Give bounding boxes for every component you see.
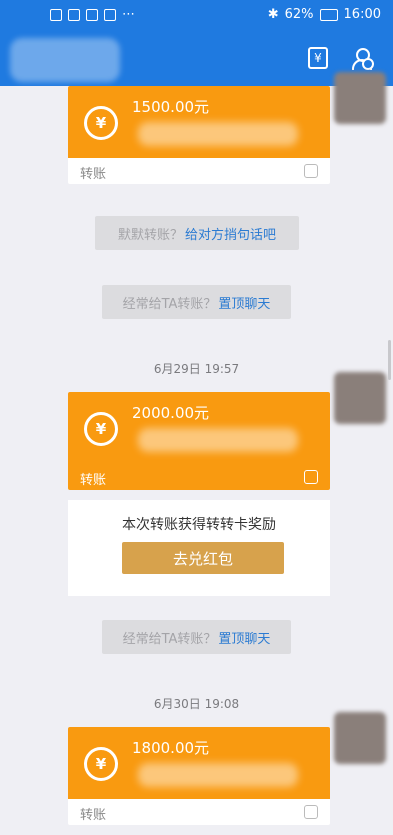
pin-chat-link[interactable]: 置顶聊天 (218, 628, 270, 647)
message-icon (68, 8, 80, 21)
transfer-card-header: ¥ 2000.00元 (68, 392, 330, 464)
app-icon (104, 8, 116, 21)
transfer-amount: 1800.00元 (132, 739, 210, 757)
transfer-card-header: ¥ 1500.00元 (68, 86, 330, 158)
transfer-label: 转账 (80, 473, 107, 488)
tip-bubble: 经常给TA转账？ 置顶聊天 (102, 620, 291, 654)
transfer-card-footer: 转账 (68, 158, 330, 184)
scrollbar[interactable] (388, 340, 391, 380)
avatar[interactable] (334, 72, 386, 124)
contact-settings-button[interactable] (348, 44, 376, 72)
tip-text: 经常给TA转账？ (122, 296, 217, 312)
blurred-note (138, 763, 298, 787)
status-bar: ⋯ ✱ 62% 16:00 (0, 0, 393, 30)
transfer-amount: 1500.00元 (132, 98, 210, 116)
transfer-card[interactable]: ¥ 1800.00元 转账 (68, 727, 330, 825)
yuan-coin-icon: ¥ (84, 106, 118, 140)
battery-percent: 62% (284, 7, 314, 22)
tip-bubble: 默默转账？ 给对方捎句话吧 (95, 216, 299, 250)
pin-chat-link[interactable]: 置顶聊天 (218, 293, 270, 312)
transfer-card[interactable]: ¥ 1500.00元 转账 (68, 86, 330, 184)
status-icons-left: ⋯ (50, 7, 135, 22)
yuan-coin-icon: ¥ (84, 747, 118, 781)
yuan-box-icon: ¥ (308, 47, 328, 69)
notification-icon (50, 8, 62, 21)
alipay-mini-icon (304, 164, 318, 178)
blurred-note (138, 122, 298, 146)
transfer-card-header: ¥ 1800.00元 (68, 727, 330, 799)
alipay-mini-icon (304, 805, 318, 819)
more-icon: ⋯ (122, 7, 135, 22)
transfer-card[interactable]: ¥ 2000.00元 转账 (68, 392, 330, 490)
blurred-contact-name (10, 38, 120, 82)
yuan-coin-icon: ¥ (84, 412, 118, 446)
avatar[interactable] (334, 372, 386, 424)
tip-text: 默默转账？ (117, 227, 183, 243)
transfer-card-footer: 转账 (68, 464, 330, 490)
clock: 16:00 (343, 7, 381, 22)
blurred-note (138, 428, 298, 452)
tip-bubble: 经常给TA转账？ 置顶聊天 (102, 285, 291, 319)
redeem-red-packet-button[interactable]: 去兑红包 (122, 542, 284, 574)
transfer-card-footer: 转账 (68, 799, 330, 825)
battery-icon (319, 8, 338, 21)
tip-link[interactable]: 给对方捎句话吧 (185, 224, 276, 243)
bluetooth-icon: ✱ (267, 7, 279, 22)
status-icons-right: ✱ 62% 16:00 (268, 7, 381, 22)
transfer-label: 转账 (80, 808, 107, 823)
avatar[interactable] (334, 712, 386, 764)
alipay-mini-icon (304, 470, 318, 484)
transfer-amount: 2000.00元 (132, 404, 210, 422)
reward-text: 本次转账获得转转卡奖励 (122, 517, 276, 533)
transfer-label: 转账 (80, 167, 107, 182)
app-icon (86, 8, 98, 21)
tip-text: 经常给TA转账？ (122, 631, 217, 647)
timestamp: 6月30日 19:08 (153, 697, 240, 711)
person-settings-icon (350, 46, 374, 70)
reward-panel: 本次转账获得转转卡奖励 去兑红包 (68, 500, 330, 596)
transfer-record-button[interactable]: ¥ (304, 44, 332, 72)
